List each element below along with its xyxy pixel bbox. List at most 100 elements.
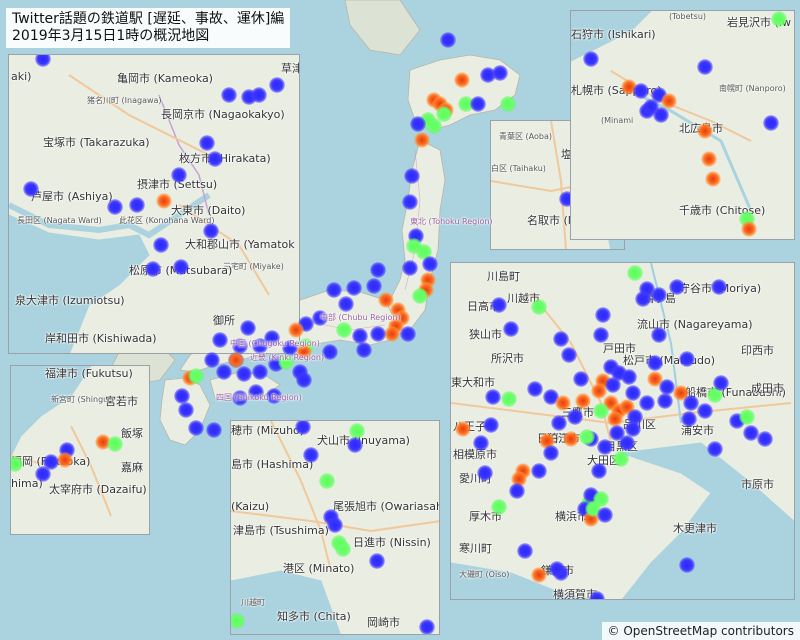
blue-station-marker[interactable] [517, 543, 533, 559]
orange-station-marker[interactable] [57, 452, 73, 468]
blue-station-marker[interactable] [653, 107, 669, 123]
osm-attribution[interactable]: © OpenStreetMap contributors [601, 622, 800, 640]
blue-station-marker[interactable] [346, 280, 362, 296]
blue-station-marker[interactable] [527, 381, 543, 397]
blue-station-marker[interactable] [697, 59, 713, 75]
inset-map-sapporo[interactable]: (Tobetsu) 岩見沢市 (Iw 石狩市 (Ishikari) 札幌市 (Sapp… [570, 10, 795, 240]
green-station-marker[interactable] [613, 451, 629, 467]
orange-station-marker[interactable] [454, 72, 470, 88]
blue-station-marker[interactable] [410, 116, 426, 132]
inset-map-tokyo[interactable]: 川島町守谷市 (Moriya)日高市川越市鶴ヶ島狭山市流山市 (Nagareya… [450, 262, 795, 600]
blue-station-marker[interactable] [107, 199, 123, 215]
blue-station-marker[interactable] [470, 96, 486, 112]
blue-station-marker[interactable] [485, 389, 501, 405]
orange-station-marker[interactable] [156, 193, 172, 209]
orange-station-marker[interactable] [741, 221, 757, 237]
blue-station-marker[interactable] [707, 441, 723, 457]
blue-station-marker[interactable] [356, 342, 372, 358]
blue-station-marker[interactable] [543, 445, 559, 461]
green-station-marker[interactable] [771, 11, 787, 27]
blue-station-marker[interactable] [303, 447, 319, 463]
inset-map-osaka[interactable]: 草津亀岡市 (Kameoka) 猪名川町 (Inagawa) 長岡京市 (Nagao… [8, 54, 300, 354]
orange-station-marker[interactable] [555, 395, 571, 411]
blue-station-marker[interactable] [188, 420, 204, 436]
blue-station-marker[interactable] [477, 465, 493, 481]
blue-station-marker[interactable] [531, 463, 547, 479]
blue-station-marker[interactable] [145, 261, 161, 277]
orange-station-marker[interactable] [414, 132, 430, 148]
blue-station-marker[interactable] [567, 409, 583, 425]
blue-station-marker[interactable] [591, 463, 607, 479]
blue-station-marker[interactable] [212, 332, 228, 348]
blue-station-marker[interactable] [492, 65, 508, 81]
blue-station-marker[interactable] [207, 151, 223, 167]
blue-station-marker[interactable] [402, 260, 418, 276]
blue-station-marker[interactable] [173, 259, 189, 275]
blue-station-marker[interactable] [595, 307, 611, 323]
blue-station-marker[interactable] [366, 278, 382, 294]
blue-station-marker[interactable] [236, 366, 252, 382]
green-station-marker[interactable] [491, 499, 507, 515]
blue-station-marker[interactable] [679, 351, 695, 367]
green-station-marker[interactable] [739, 409, 755, 425]
green-station-marker[interactable] [107, 436, 123, 452]
blue-station-marker[interactable] [647, 355, 663, 371]
blue-station-marker[interactable] [597, 439, 613, 455]
blue-station-marker[interactable] [605, 377, 621, 393]
blue-station-marker[interactable] [269, 77, 285, 93]
blue-station-marker[interactable] [681, 411, 697, 427]
orange-station-marker[interactable] [563, 431, 579, 447]
blue-station-marker[interactable] [322, 344, 338, 360]
blue-station-marker[interactable] [757, 431, 773, 447]
blue-station-marker[interactable] [553, 331, 569, 347]
blue-station-marker[interactable] [216, 364, 232, 380]
blue-station-marker[interactable] [419, 619, 435, 634]
blue-station-marker[interactable] [583, 51, 599, 67]
blue-station-marker[interactable] [669, 279, 685, 295]
blue-station-marker[interactable] [203, 223, 219, 239]
blue-station-marker[interactable] [713, 375, 729, 391]
green-station-marker[interactable] [335, 541, 351, 557]
blue-station-marker[interactable] [651, 287, 667, 303]
blue-station-marker[interactable] [651, 327, 667, 343]
green-station-marker[interactable] [500, 96, 516, 112]
blue-station-marker[interactable] [296, 372, 312, 388]
green-station-marker[interactable] [412, 288, 428, 304]
blue-station-marker[interactable] [509, 483, 525, 499]
blue-station-marker[interactable] [347, 437, 363, 453]
blue-station-marker[interactable] [551, 415, 567, 431]
blue-station-marker[interactable] [370, 326, 386, 342]
blue-station-marker[interactable] [199, 135, 215, 151]
orange-station-marker[interactable] [531, 567, 547, 583]
blue-station-marker[interactable] [252, 364, 268, 380]
blue-station-marker[interactable] [23, 181, 39, 197]
blue-station-marker[interactable] [619, 435, 635, 451]
blue-station-marker[interactable] [171, 167, 187, 183]
blue-station-marker[interactable] [639, 395, 655, 411]
blue-station-marker[interactable] [400, 326, 416, 342]
orange-station-marker[interactable] [455, 421, 471, 437]
blue-station-marker[interactable] [483, 417, 499, 433]
blue-station-marker[interactable] [635, 291, 651, 307]
orange-station-marker[interactable] [288, 322, 304, 338]
green-station-marker[interactable] [336, 322, 352, 338]
blue-station-marker[interactable] [573, 371, 589, 387]
blue-station-marker[interactable] [422, 256, 438, 272]
blue-station-marker[interactable] [153, 237, 169, 253]
blue-station-marker[interactable] [206, 422, 222, 438]
orange-station-marker[interactable] [701, 151, 717, 167]
orange-station-marker[interactable] [697, 123, 713, 139]
blue-station-marker[interactable] [338, 296, 354, 312]
orange-station-marker[interactable] [575, 393, 591, 409]
blue-station-marker[interactable] [402, 194, 418, 210]
blue-station-marker[interactable] [369, 553, 385, 569]
green-station-marker[interactable] [593, 491, 609, 507]
blue-station-marker[interactable] [633, 83, 649, 99]
green-station-marker[interactable] [627, 265, 643, 281]
blue-station-marker[interactable] [697, 403, 713, 419]
green-station-marker[interactable] [579, 429, 595, 445]
blue-station-marker[interactable] [763, 115, 779, 131]
blue-station-marker[interactable] [240, 320, 256, 336]
green-station-marker[interactable] [501, 391, 517, 407]
blue-station-marker[interactable] [327, 517, 343, 533]
